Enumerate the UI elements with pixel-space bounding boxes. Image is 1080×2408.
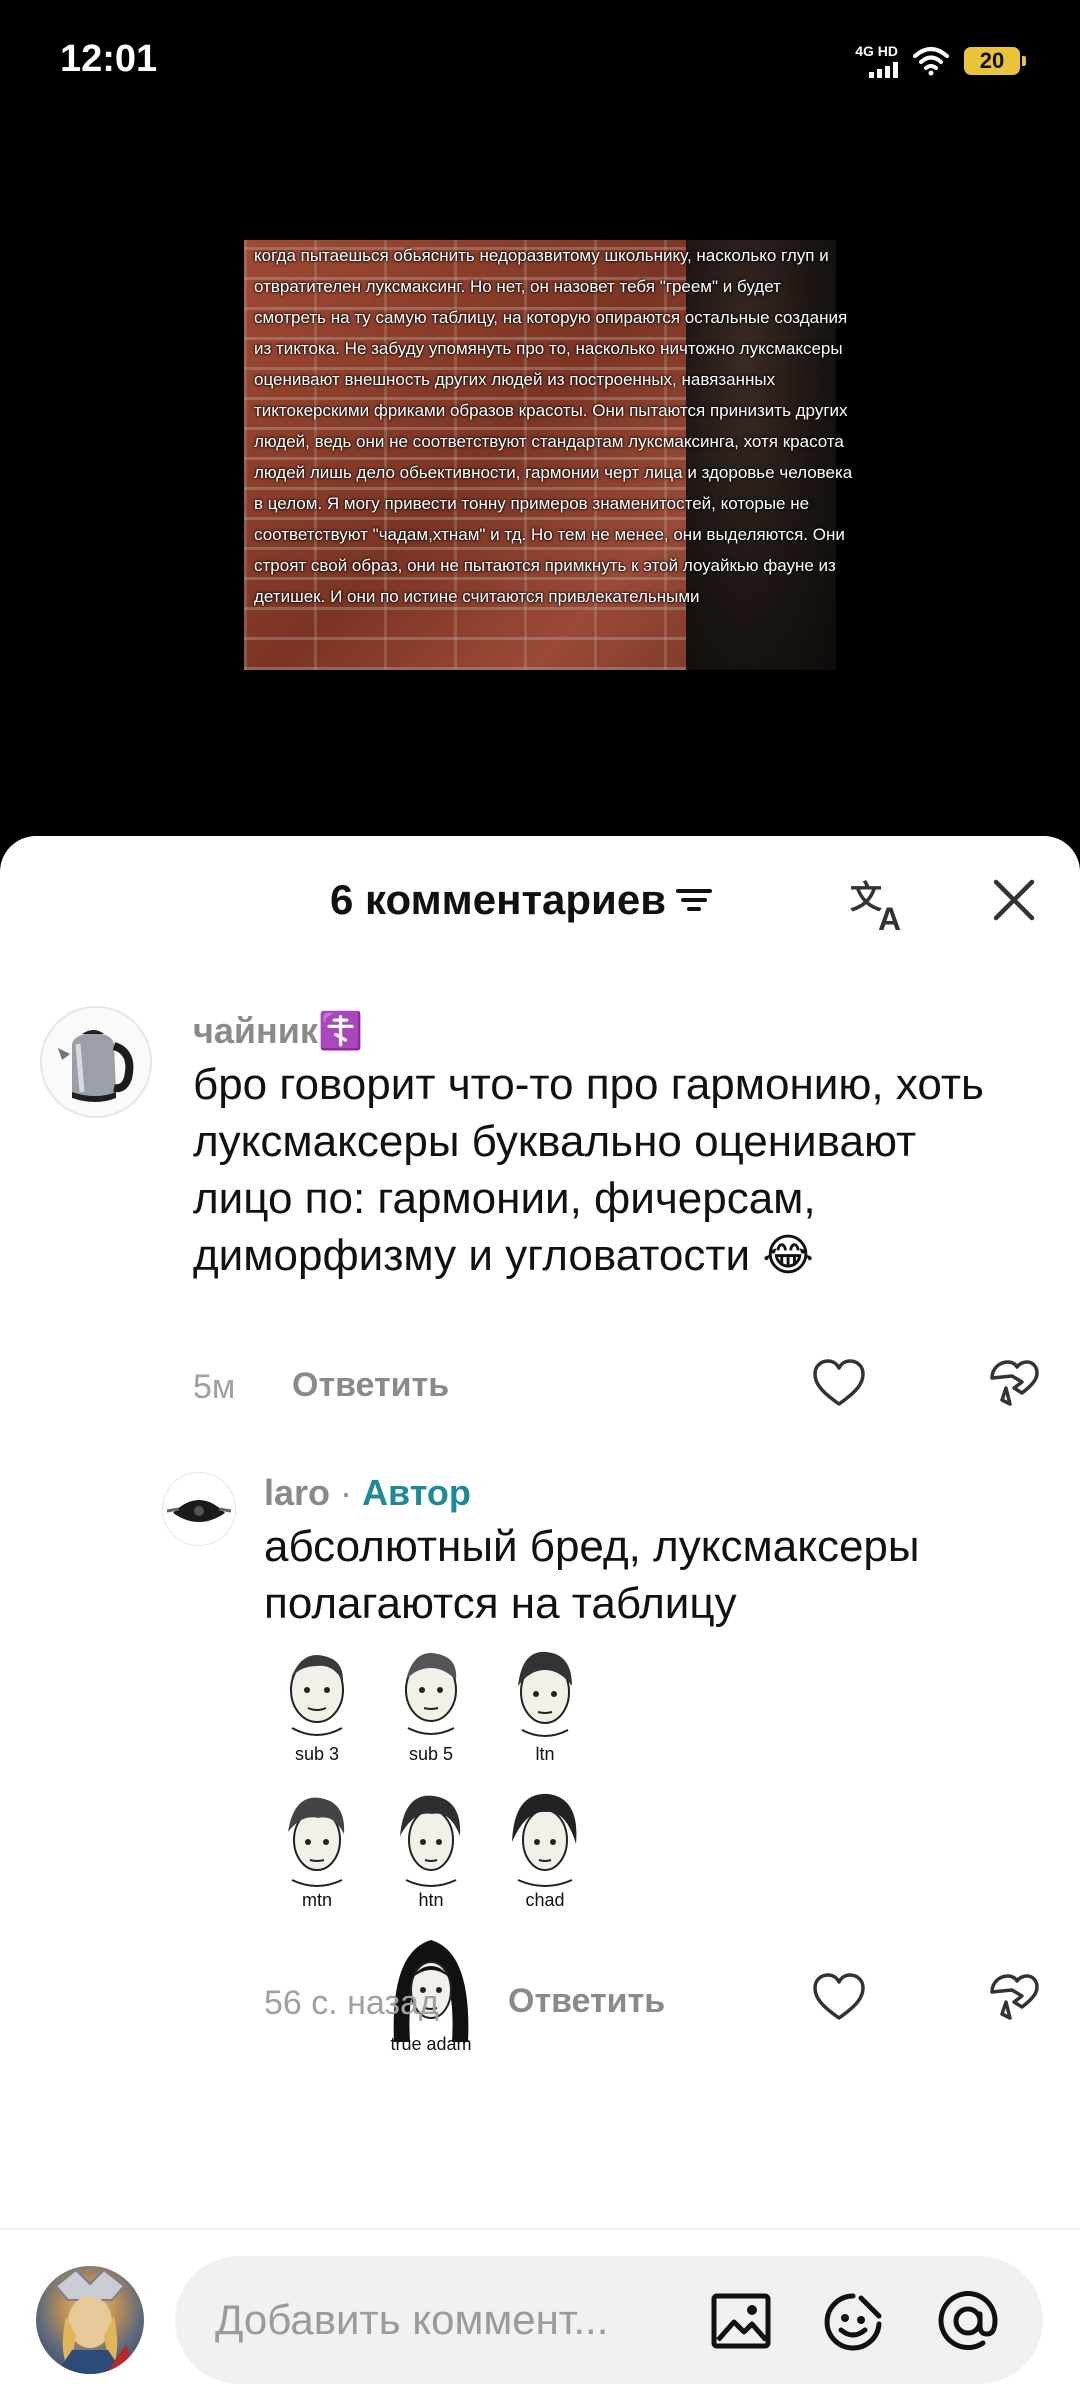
face-label: sub 3	[294, 1744, 340, 1764]
comment-item: чайник☦️ бро говорит что-то про гармонию…	[0, 1006, 1080, 1406]
heart-icon[interactable]	[812, 1972, 866, 2022]
translate-icon[interactable]: 文 A	[848, 874, 912, 934]
commenter-avatar[interactable]	[40, 1006, 152, 1118]
image-icon[interactable]	[710, 2290, 772, 2352]
status-bar: 12:01 4G HD 20	[0, 0, 1080, 130]
reply-author[interactable]: laro · Автор	[264, 1472, 471, 1514]
video-caption: когда пытаешься обьяснить недоразвитому …	[254, 246, 853, 606]
status-icons: 4G HD 20	[855, 44, 1026, 78]
status-time: 12:01	[60, 38, 158, 80]
reply-button[interactable]: Ответить	[508, 1982, 665, 2021]
face-label: mtn	[301, 1890, 332, 1910]
filter-icon[interactable]	[676, 885, 716, 915]
reply-button[interactable]: Ответить	[292, 1366, 449, 1405]
network-label: 4G HD	[855, 43, 898, 59]
user-avatar[interactable]	[36, 2266, 144, 2374]
comments-header[interactable]: 6 комментариев	[330, 876, 716, 924]
avatar-image	[54, 2268, 136, 2374]
reply-author-avatar[interactable]	[162, 1472, 236, 1546]
author-badge: Автор	[362, 1472, 471, 1513]
kettle-image	[42, 1008, 150, 1116]
mention-icon[interactable]	[937, 2290, 999, 2352]
battery-icon: 20	[964, 47, 1026, 75]
reply-item: laro · Автор абсолютный бред, луксмаксер…	[0, 1472, 1080, 2054]
reply-text: абсолютный бред, луксмаксеры полагаются …	[264, 1522, 920, 1628]
comment-input-placeholder: Добавить коммент...	[215, 2296, 609, 2343]
dislike-icon[interactable]	[986, 1972, 1040, 2022]
comment-time: 5м	[193, 1368, 236, 1406]
comment-input-bar: Добавить коммент...	[0, 2228, 1080, 2408]
signal-icon	[869, 60, 898, 78]
wifi-icon	[913, 47, 949, 76]
avatar-image	[163, 1473, 235, 1545]
close-icon[interactable]	[990, 876, 1038, 924]
comments-count-title: 6 комментариев	[330, 876, 667, 923]
author-separator: ·	[340, 1472, 353, 1513]
face-label: true adam	[390, 2034, 472, 2054]
network-indicator: 4G HD	[855, 44, 898, 78]
face-label: ltn	[535, 1744, 555, 1764]
face-label: htn	[418, 1890, 444, 1910]
comment-input[interactable]: Добавить коммент...	[175, 2256, 1043, 2384]
comment-author[interactable]: чайник☦️	[193, 1010, 363, 1052]
svg-text:A: A	[878, 901, 901, 934]
comment-text: бро говорит что-то про гармонию, хоть лу…	[193, 1060, 984, 1280]
reply-time: 56 с. назад	[264, 1984, 439, 2022]
comments-sheet: 6 комментариев 文 A чайник☦️ бро говорит …	[0, 836, 1080, 2408]
heart-icon[interactable]	[812, 1358, 866, 1408]
reply-author-name: laro	[264, 1472, 331, 1513]
face-label: sub 5	[408, 1744, 454, 1764]
dislike-icon[interactable]	[986, 1358, 1040, 1408]
emoji-icon[interactable]	[823, 2290, 885, 2352]
face-label: chad	[525, 1890, 565, 1910]
screen: 12:01 4G HD 20 когда пытаешься обьяснить…	[0, 0, 1080, 2408]
